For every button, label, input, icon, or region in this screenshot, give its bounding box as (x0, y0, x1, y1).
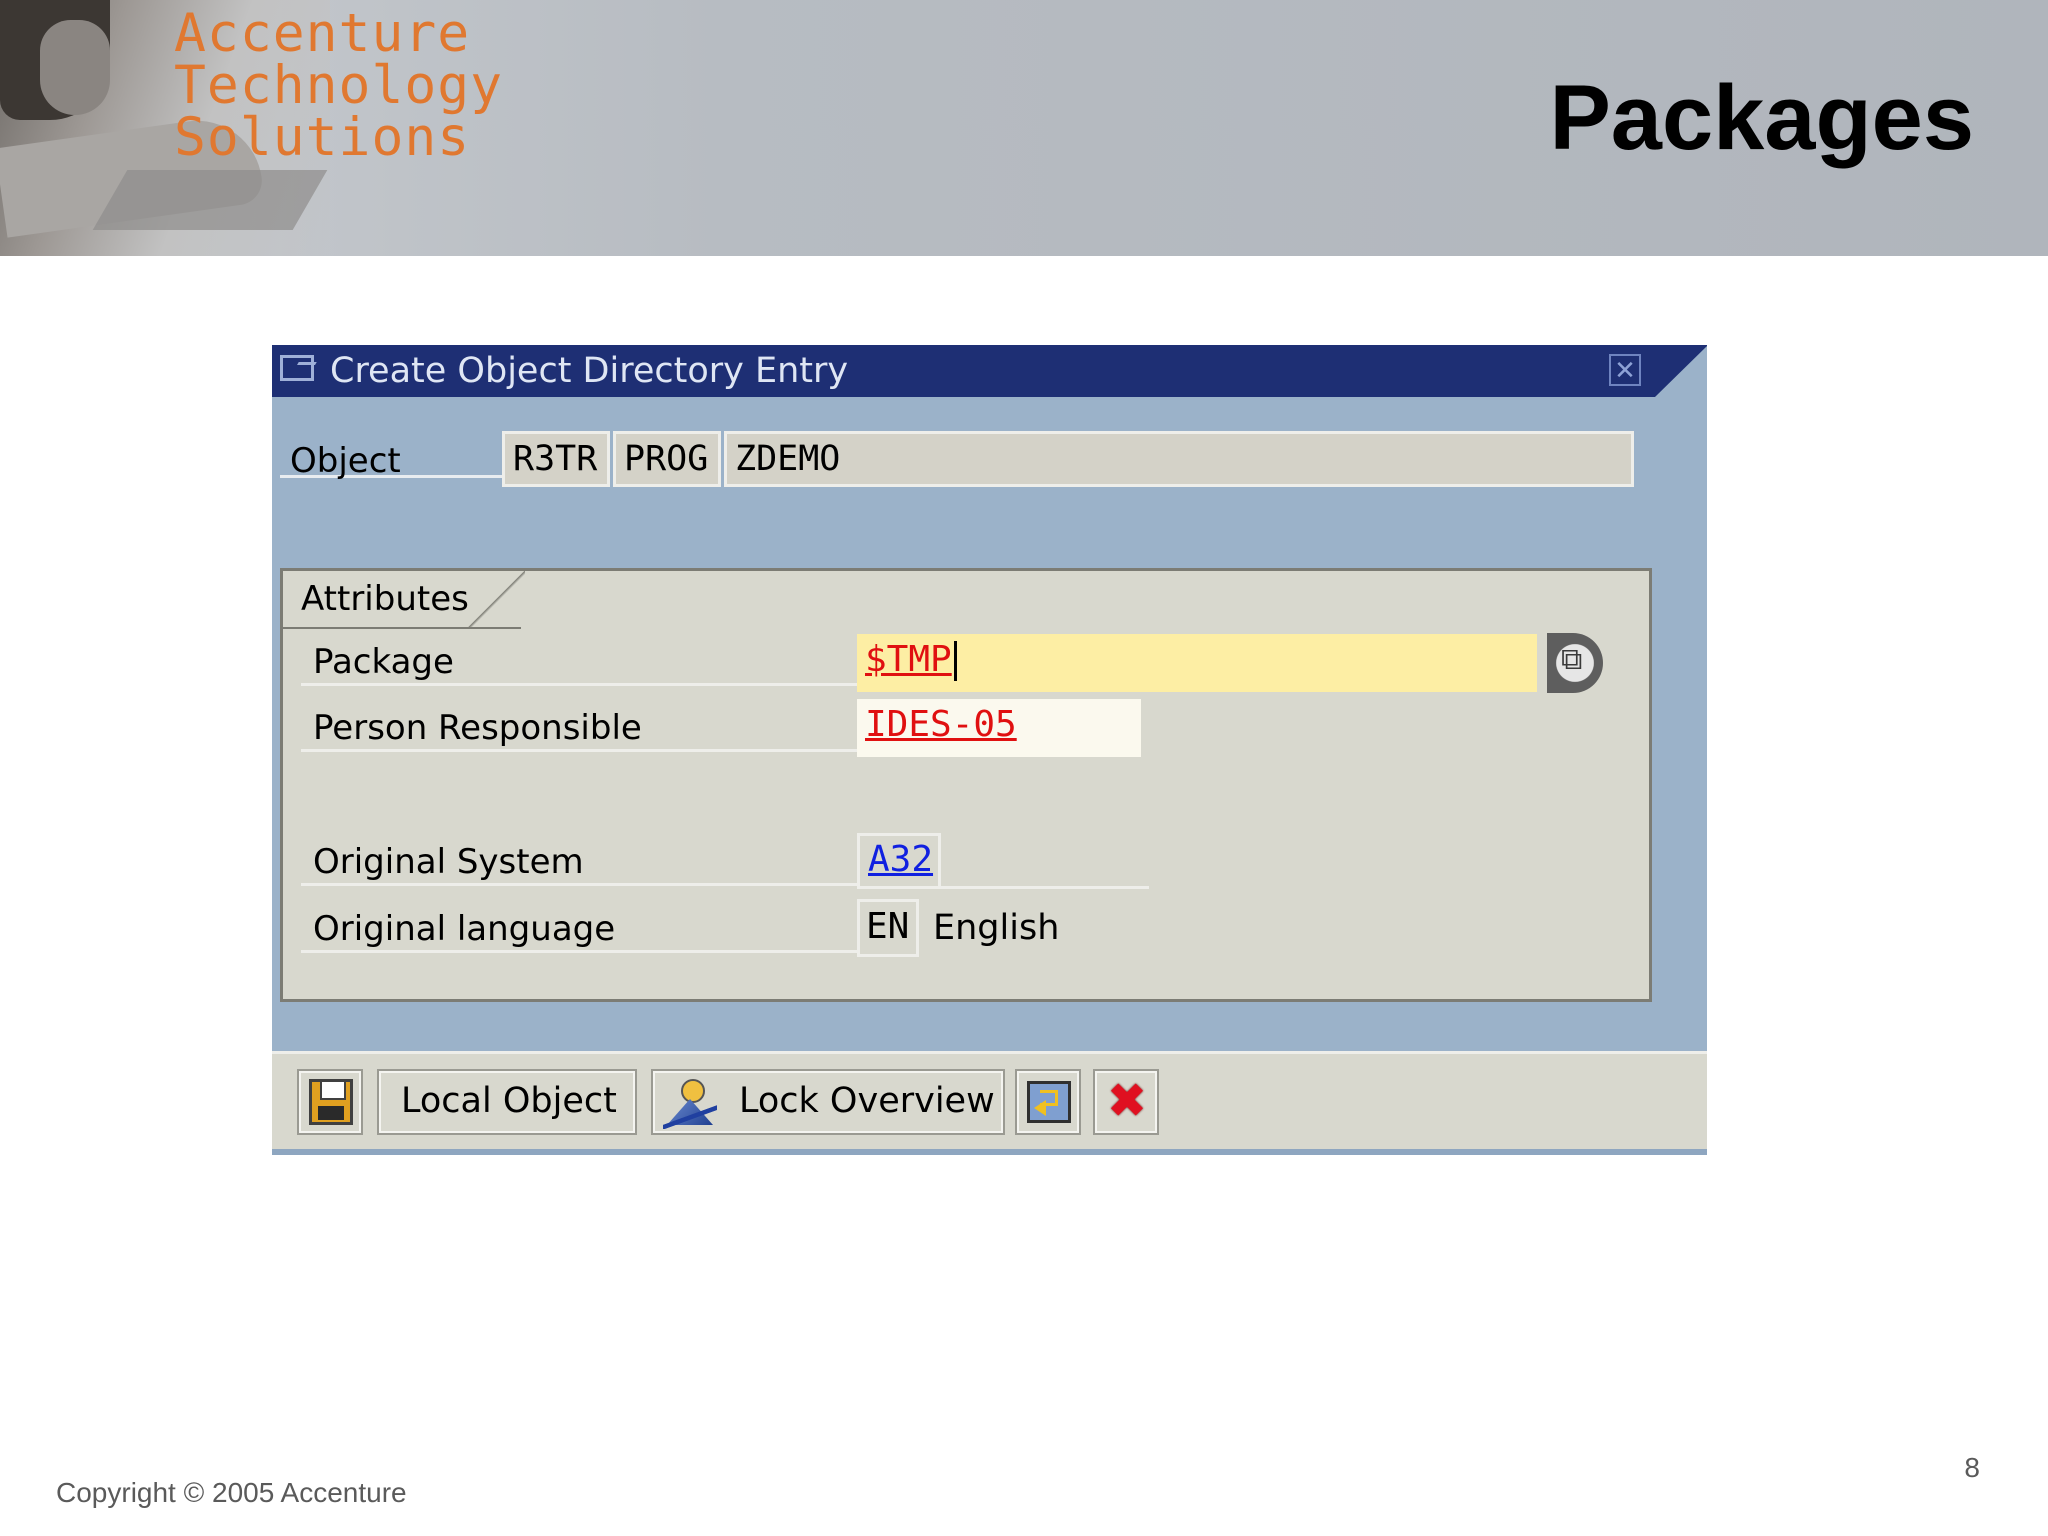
original-system-value[interactable]: A32 (857, 833, 941, 889)
attributes-group: Attributes Package $TMP Person Responsib… (280, 568, 1652, 1002)
cancel-button[interactable]: ✖ (1093, 1069, 1159, 1135)
attributes-group-title: Attributes (283, 571, 525, 629)
save-button[interactable] (297, 1069, 363, 1135)
cancel-icon: ✖ (1106, 1073, 1148, 1129)
lock-overview-button[interactable]: Lock Overview (651, 1069, 1005, 1135)
original-language-label: Original language (301, 902, 868, 953)
original-language-text: English (933, 908, 1060, 948)
sort-button[interactable] (1015, 1069, 1081, 1135)
object-name-field: ZDEMO (724, 431, 1634, 487)
package-input[interactable]: $TMP (857, 634, 1537, 692)
person-icon (663, 1079, 717, 1129)
dialog-titlebar[interactable]: Create Object Directory Entry ✕ (272, 345, 1707, 397)
possible-entries-icon[interactable] (1547, 633, 1603, 693)
window-icon (280, 355, 314, 381)
brand-logo: Accenture Technology Solutions (174, 3, 504, 168)
dialog-title: Create Object Directory Entry (330, 351, 849, 391)
brand-line-1: Accenture (174, 3, 471, 64)
person-responsible-input[interactable]: IDES-05 (857, 699, 1141, 757)
close-icon[interactable]: ✕ (1609, 354, 1641, 386)
sort-icon (1027, 1081, 1071, 1123)
slide-title: Packages (1549, 67, 1974, 169)
local-object-button[interactable]: Local Object (377, 1069, 637, 1135)
dialog-toolbar: Local Object Lock Overview ✖ (272, 1051, 1707, 1155)
slide-header: Accenture Technology Solutions Packages (0, 0, 2048, 256)
object-pgmid-field: R3TR (502, 431, 610, 487)
local-object-label: Local Object (401, 1081, 617, 1121)
object-label: Object (280, 431, 510, 481)
package-label: Package (301, 635, 868, 686)
page-number: 8 (1964, 1452, 1980, 1483)
brand-line-2: Technology (174, 55, 504, 116)
create-object-directory-dialog: Create Object Directory Entry ✕ Object R… (272, 345, 1707, 1155)
lock-overview-label: Lock Overview (739, 1081, 995, 1121)
footer-copyright: Copyright © 2005 Accenture (56, 1477, 407, 1508)
brand-line-3: Solutions (174, 107, 471, 168)
person-responsible-label: Person Responsible (301, 701, 868, 752)
object-type-field: PROG (613, 431, 721, 487)
original-system-label: Original System (301, 835, 868, 886)
save-icon (309, 1079, 353, 1125)
original-language-code: EN (857, 899, 919, 957)
